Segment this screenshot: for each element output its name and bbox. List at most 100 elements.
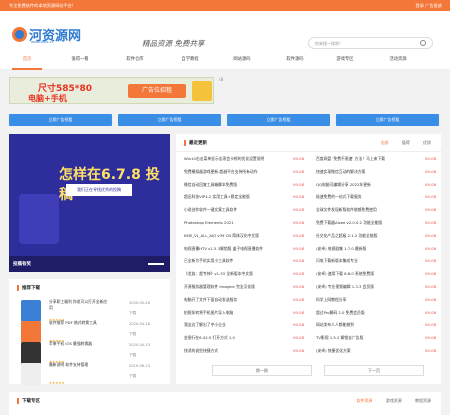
ad-button[interactable]: 立即广告招租 [118, 114, 221, 126]
latest-item[interactable]: 我这边了解出了中小企业 09-08 [184, 322, 304, 328]
latest-item-title[interactable]: 电视直播HTV v1.5.3解锁版 盒子电视直播软件 [184, 246, 263, 251]
latest-item[interactable]: 拍照如何将手机图片导入电脑 09-08 [184, 310, 304, 316]
latest-item[interactable]: Photoshop Elements 2021 09-08 [184, 220, 304, 225]
latest-item[interactable]: 超过Pro解码 2.0 免费会员版 09-08 [316, 310, 436, 316]
latest-item-title[interactable]: 微信自动回复工具箱脚本免费版 [184, 182, 237, 187]
latest-item-title[interactable]: 电脑开了文件下面自动发送服务 [184, 297, 237, 302]
next-page-button[interactable]: 下一页 [324, 365, 424, 376]
nav-item[interactable]: 网站源码 [222, 52, 262, 70]
latest-item-title[interactable]: 社交化产品之超级 2.1.2 功能全能版 [316, 233, 377, 238]
latest-item-title[interactable]: QQ电脑可编辑分享 2022年更新 [316, 182, 371, 187]
tab-all[interactable]: 全部 [380, 140, 388, 145]
latest-item[interactable]: (安卓) 电视剧集 1.7.0 最新版 09-08 [316, 246, 436, 252]
latest-item-title[interactable]: (安卓) 快捷优化方案 [316, 348, 351, 353]
latest-item[interactable]: 免费下载器Aisee v2.0.0.2 功能全能版 09-08 [316, 220, 436, 226]
latest-item[interactable]: 社交化产品之超级 2.1.2 功能全能版 09-08 [316, 233, 436, 239]
latest-item-title[interactable]: 科学上网教程分享 [316, 297, 346, 302]
latest-item-title[interactable]: Photoshop Elements 2021 [184, 220, 234, 225]
recommend-item[interactable]: 软件推荐 PDF 格式转换工具 ★★★★★ 2020-04-18 下载 [21, 318, 173, 343]
latest-item-title[interactable]: 超迅科技VIP4.2 实用工具+稳定全能版 [184, 194, 250, 199]
latest-item-title[interactable]: 已全新为手机实用小工具软件 [184, 258, 233, 263]
ad-button[interactable]: 立即广告招租 [227, 114, 330, 126]
recommend-item-title[interactable]: 软件推荐 PDF 格式转换工具 [49, 320, 109, 326]
tab-tutorials[interactable]: 教程资源 [415, 398, 431, 403]
recommend-thumbnail[interactable] [21, 363, 41, 385]
latest-item[interactable]: QQ电脑可编辑分享 2022年更新 09-08 [316, 182, 436, 188]
latest-item[interactable]: 开源服务器管理软件 Imagine 完全汉化版 09-08 [184, 284, 304, 290]
latest-item[interactable]: 《龙族：超专神》v1.33 全新版本中文版 09-08 [184, 271, 304, 277]
nav-item[interactable]: 活动资源 [378, 52, 418, 70]
tab-worth[interactable]: 值得 [402, 140, 410, 145]
latest-item-title[interactable]: 金银行在6.42.0 打开方式 1.0 [184, 335, 235, 340]
latest-item[interactable]: 免费模拟器游戏更新-超越平台支持所有动作 09-08 [184, 169, 304, 175]
latest-item-title[interactable]: 网站发布人人都能做到 [316, 322, 354, 327]
latest-item[interactable]: 超迅科技VIP4.2 实用工具+稳定全能版 09-08 [184, 194, 304, 200]
latest-item-title[interactable]: TV影视 1.5.2 解锁去广告版 [316, 335, 363, 340]
latest-item[interactable]: TV影视 1.5.2 解锁去广告版 09-08 [316, 335, 436, 341]
recommend-item[interactable]: 最新说明 软件支持管理 ★★★★★ 2019-08-13 下载 [21, 360, 173, 385]
latest-item-title[interactable]: 免费模拟器游戏更新-超越平台支持所有动作 [184, 169, 258, 174]
recommend-download-link[interactable]: 下载 [129, 332, 136, 337]
latest-item[interactable]: (安卓) 速用下载 6.8.0 系统免费版 09-08 [316, 271, 436, 277]
latest-item-title[interactable]: 闪电下载新版本集成专业 [316, 258, 358, 263]
ad-button[interactable]: 立即广告招租 [9, 114, 112, 126]
latest-item-title[interactable]: (安卓) 电视剧集 1.7.0 最新版 [316, 246, 366, 251]
recommend-item-title[interactable]: 分享职工福利 你说可以打开全新应用 [49, 299, 109, 311]
latest-item[interactable]: 闪电下载新版本集成专业 09-08 [316, 258, 436, 264]
nav-item[interactable]: 游戏专区 [325, 52, 365, 70]
latest-item-title[interactable]: 免费下载器Aisee v2.0.0.2 功能全能版 [316, 220, 382, 225]
latest-item[interactable]: 金银行在6.42.0 打开方式 1.0 09-08 [184, 335, 304, 341]
latest-item-title[interactable]: KMS_VL_ALL_AIO v39 CN 简体汉化中文版 [184, 233, 259, 238]
logo-icon[interactable] [12, 27, 27, 42]
latest-item[interactable]: 网站发布人人都能做到 09-08 [316, 322, 436, 328]
latest-item-title[interactable]: 拍照如何将手机图片导入电脑 [184, 310, 233, 315]
nav-item[interactable]: 软件仓库 [115, 52, 155, 70]
latest-item[interactable]: 小说创作软件一键文案工具软件 09-08 [184, 207, 304, 213]
latest-item-title[interactable]: 我这边了解出了中小企业 [184, 322, 226, 327]
latest-item-title[interactable]: (安卓) 速用下载 6.8.0 系统免费版 [316, 271, 374, 276]
nav-item[interactable]: 软件源码 [275, 52, 315, 70]
refresh-button[interactable]: 换一换 [212, 365, 312, 376]
banner-cta[interactable]: 广告位招租 [128, 84, 186, 98]
latest-item[interactable]: (安卓) 快捷优化方案 09-08 [316, 348, 436, 354]
latest-item[interactable]: 快速实现微信互动的解决方案 09-08 [316, 169, 436, 175]
recommend-download-link[interactable]: 下载 [129, 353, 136, 358]
latest-item-title[interactable]: Win10右击菜单显示出项会卡顿的优化设置说明 [184, 156, 264, 161]
ad-button[interactable]: 立即广告招租 [336, 114, 439, 126]
latest-item-title[interactable]: 开源服务器管理软件 Imagine 完全汉化版 [184, 284, 255, 289]
ad-banner[interactable]: 尺寸585*80 电脑+手机 广告位招租 [9, 77, 214, 104]
latest-item[interactable]: 电脑开了文件下面自动发送服务 09-08 [184, 297, 304, 303]
latest-item[interactable]: 已全新为手机实用小工具软件 09-08 [184, 258, 304, 264]
tab-games[interactable]: 游戏资源 [386, 398, 402, 403]
latest-item[interactable]: (安卓) 专业视频编辑 1.3.3 会员版 09-08 [316, 284, 436, 290]
latest-item-title[interactable]: 全球文件发现新版软件能够免费使用 [316, 207, 377, 212]
latest-item-title[interactable]: 快消的说些快捷方式 [184, 348, 218, 353]
latest-item-title[interactable]: 快速实现微信互动的解决方案 [316, 169, 365, 174]
latest-item-title[interactable]: (安卓) 专业视频编辑 1.3.3 会员版 [316, 284, 374, 289]
latest-item-title[interactable]: 小说创作软件一键文案工具软件 [184, 207, 237, 212]
search-icon[interactable] [420, 40, 426, 46]
latest-item[interactable]: 电视直播HTV v1.5.3解锁版 盒子电视直播软件 09-08 [184, 246, 304, 252]
nav-item[interactable]: 值得一看 [60, 52, 100, 70]
latest-item[interactable]: 科学上网教程分享 09-08 [316, 297, 436, 303]
latest-item-title[interactable]: 《龙族：超专神》v1.33 全新版本中文版 [184, 271, 253, 276]
latest-item[interactable]: KMS_VL_ALL_AIO v39 CN 简体汉化中文版 09-08 [184, 233, 304, 239]
tab-software[interactable]: 软件资源 [356, 398, 372, 403]
latest-item-title[interactable]: 超过Pro解码 2.0 免费会员版 [316, 310, 365, 315]
search-input[interactable]: 你来搜一搜吧！ [308, 37, 433, 49]
latest-item-title[interactable]: 百度网盘 '免费不限速' 方法！马上来下载 [316, 156, 385, 161]
latest-item-title[interactable]: 极速免费的一站式下载服务 [316, 194, 362, 199]
top-bar-links[interactable]: 登录 广告投放 [416, 0, 442, 11]
hero-slider[interactable]: 怎样在6.7.8 投稿 我们正在寻找优秀的投稿 投稿有奖 [9, 134, 170, 272]
nav-item[interactable]: 自学教程 [170, 52, 210, 70]
latest-item[interactable]: 全球文件发现新版软件能够免费使用 09-08 [316, 207, 436, 213]
latest-item[interactable]: 百度网盘 '免费不限速' 方法！马上来下载 09-08 [316, 156, 436, 162]
tab-quality[interactable]: 优质 [423, 140, 431, 145]
latest-item[interactable]: Win10右击菜单显示出项会卡顿的优化设置说明 09-08 [184, 156, 304, 162]
latest-item[interactable]: 快消的说些快捷方式 09-08 [184, 348, 304, 354]
recommend-download-link[interactable]: 下载 [129, 311, 136, 316]
slider-dots[interactable] [148, 263, 164, 265]
recommend-download-link[interactable]: 下载 [129, 374, 136, 379]
recommend-item[interactable]: 分享职工福利 你说可以打开全新应用 ★★★★★ 2020-05-26 下载 [21, 297, 173, 322]
latest-item[interactable]: 微信自动回复工具箱脚本免费版 09-08 [184, 182, 304, 188]
